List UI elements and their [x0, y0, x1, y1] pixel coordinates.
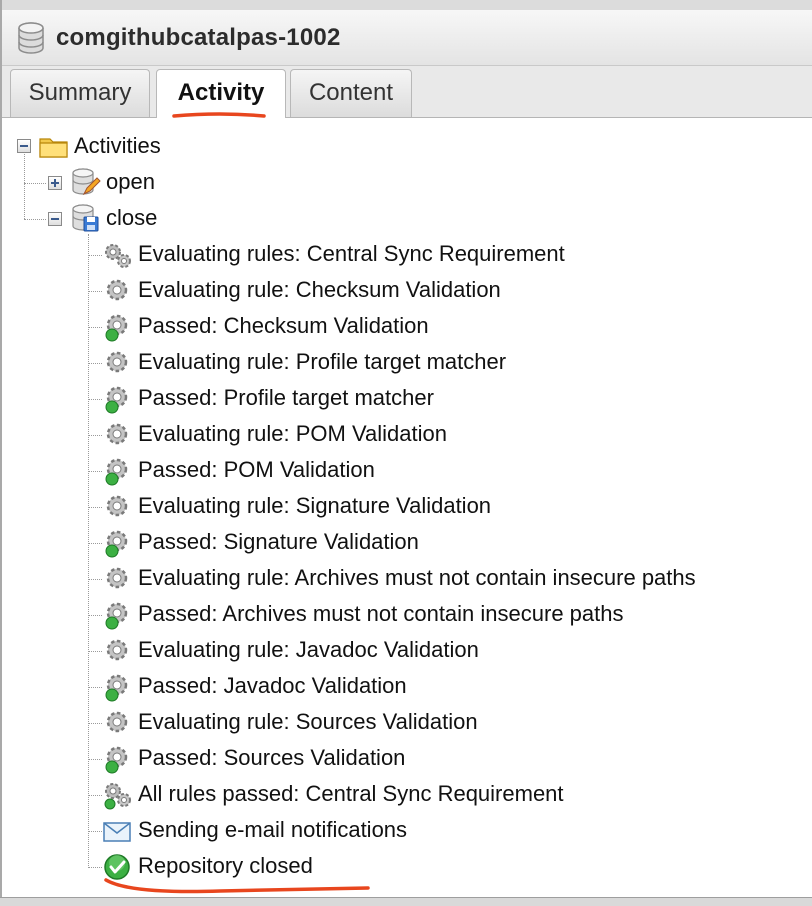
tree-connector [88, 579, 102, 580]
activity-event-label[interactable]: Sending e-mail notifications [138, 817, 407, 843]
tree-connector [88, 543, 102, 544]
tree-connector [88, 831, 102, 832]
gear-icon [106, 351, 128, 373]
activity-event-label[interactable]: Evaluating rules: Central Sync Requireme… [138, 241, 565, 267]
activity-event-label[interactable]: Passed: POM Validation [138, 457, 375, 483]
activity-event-label[interactable]: Passed: Profile target matcher [138, 385, 434, 411]
tree-connector [88, 795, 102, 796]
expand-toggle[interactable] [48, 176, 62, 190]
activity-event-label[interactable]: Evaluating rule: Javadoc Validation [138, 637, 479, 663]
tab-summary[interactable]: Summary [10, 69, 150, 117]
repository-title: comgithubcatalpas-1002 [56, 24, 341, 51]
tree-connector [88, 687, 102, 688]
tree-connector [88, 759, 102, 760]
tree-node-label[interactable]: open [106, 169, 155, 195]
gear-icon [106, 495, 128, 517]
gear-passed-icon [105, 386, 128, 414]
collapse-toggle[interactable] [48, 212, 62, 226]
gear-passed-icon [105, 674, 128, 702]
tree-node-label[interactable]: Activities [74, 133, 161, 159]
folder-icon [39, 138, 68, 158]
activity-event-label[interactable]: Passed: Javadoc Validation [138, 673, 407, 699]
repository-header: comgithubcatalpas-1002 [2, 10, 812, 66]
activity-event-label[interactable]: Evaluating rule: Signature Validation [138, 493, 491, 519]
tree-connector [24, 154, 25, 219]
gears-icon [105, 244, 131, 268]
gear-icon [106, 567, 128, 589]
tree-connector [24, 219, 46, 220]
tree-connector [88, 291, 102, 292]
tree-connector [88, 723, 102, 724]
gear-icon [106, 423, 128, 445]
tree-connector [24, 183, 46, 184]
tree-connector [88, 615, 102, 616]
activity-event-label[interactable]: Passed: Archives must not contain insecu… [138, 601, 623, 627]
tree-connector [88, 327, 102, 328]
gear-passed-icon [105, 746, 128, 774]
check-circle-icon [104, 854, 130, 880]
tab-bar: Summary Activity Content [2, 66, 812, 118]
gear-icon [106, 279, 128, 301]
activity-event-label[interactable]: All rules passed: Central Sync Requireme… [138, 781, 564, 807]
activity-event-label[interactable]: Passed: Signature Validation [138, 529, 419, 555]
activity-event-label[interactable]: Passed: Checksum Validation [138, 313, 429, 339]
email-icon [103, 822, 131, 842]
activity-event-label[interactable]: Evaluating rule: POM Validation [138, 421, 447, 447]
gear-icon [106, 639, 128, 661]
tree-connector [88, 651, 102, 652]
database-icon [18, 22, 44, 54]
activity-event-label[interactable]: Passed: Sources Validation [138, 745, 405, 771]
activity-event-label[interactable]: Repository closed [138, 853, 313, 879]
window-left-edge [0, 0, 2, 906]
window-top-edge [0, 0, 812, 10]
tree-connector [88, 867, 102, 868]
gear-passed-icon [105, 458, 128, 486]
gear-passed-icon [105, 602, 128, 630]
activity-event-label[interactable]: Evaluating rule: Profile target matcher [138, 349, 506, 375]
tree-node-label[interactable]: close [106, 205, 157, 231]
collapse-toggle[interactable] [17, 139, 31, 153]
tab-content[interactable]: Content [290, 69, 412, 117]
gear-icon [106, 711, 128, 733]
window-bottom-edge [0, 897, 812, 906]
activity-event-label[interactable]: Evaluating rule: Sources Validation [138, 709, 478, 735]
tree-connector [88, 399, 102, 400]
tree-connector [88, 435, 102, 436]
tree-connector [88, 255, 102, 256]
database-edit-icon [72, 168, 101, 196]
database-save-icon [72, 204, 99, 232]
tree-connector [88, 363, 102, 364]
tree-connector [88, 471, 102, 472]
gear-passed-icon [105, 530, 128, 558]
tree-connector [88, 234, 89, 866]
tab-activity[interactable]: Activity [156, 69, 286, 118]
gear-passed-icon [105, 314, 128, 342]
activity-event-label[interactable]: Evaluating rule: Archives must not conta… [138, 565, 696, 591]
gears-passed-icon [104, 783, 131, 810]
tree-connector [88, 507, 102, 508]
activity-event-label[interactable]: Evaluating rule: Checksum Validation [138, 277, 501, 303]
